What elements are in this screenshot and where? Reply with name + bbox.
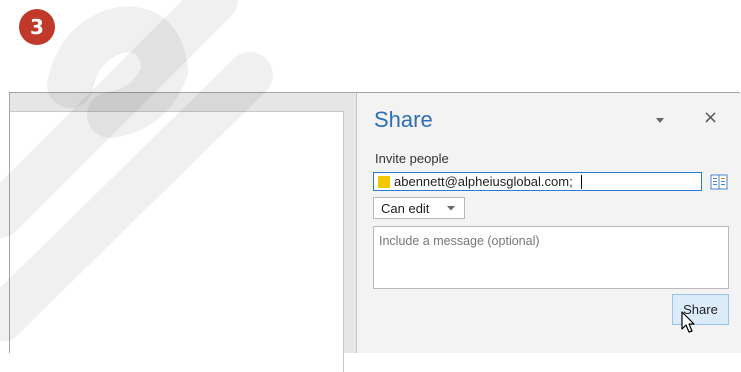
presence-indicator [378,175,390,188]
address-book-icon[interactable] [710,174,728,190]
message-textarea[interactable]: Include a message (optional) [373,226,729,289]
mouse-pointer-icon [681,311,695,333]
permission-dropdown[interactable]: Can edit [373,197,465,219]
step-number-badge: 3 [19,9,55,45]
chevron-down-icon[interactable] [653,115,667,125]
document-page[interactable] [10,111,344,372]
pane-title: Share [374,107,433,132]
text-caret [580,174,582,189]
application-window: Share × Invite people abennett@alpheiusg… [9,92,741,372]
invite-people-input[interactable]: abennett@alpheiusglobal.com; [373,172,702,191]
message-placeholder: Include a message (optional) [379,234,540,248]
invite-recipient: abennett@alpheiusglobal.com; [394,174,573,189]
permission-value: Can edit [381,200,430,216]
close-icon[interactable]: × [703,107,718,128]
chevron-down-icon [447,206,455,211]
invite-people-label: Invite people [375,151,449,166]
